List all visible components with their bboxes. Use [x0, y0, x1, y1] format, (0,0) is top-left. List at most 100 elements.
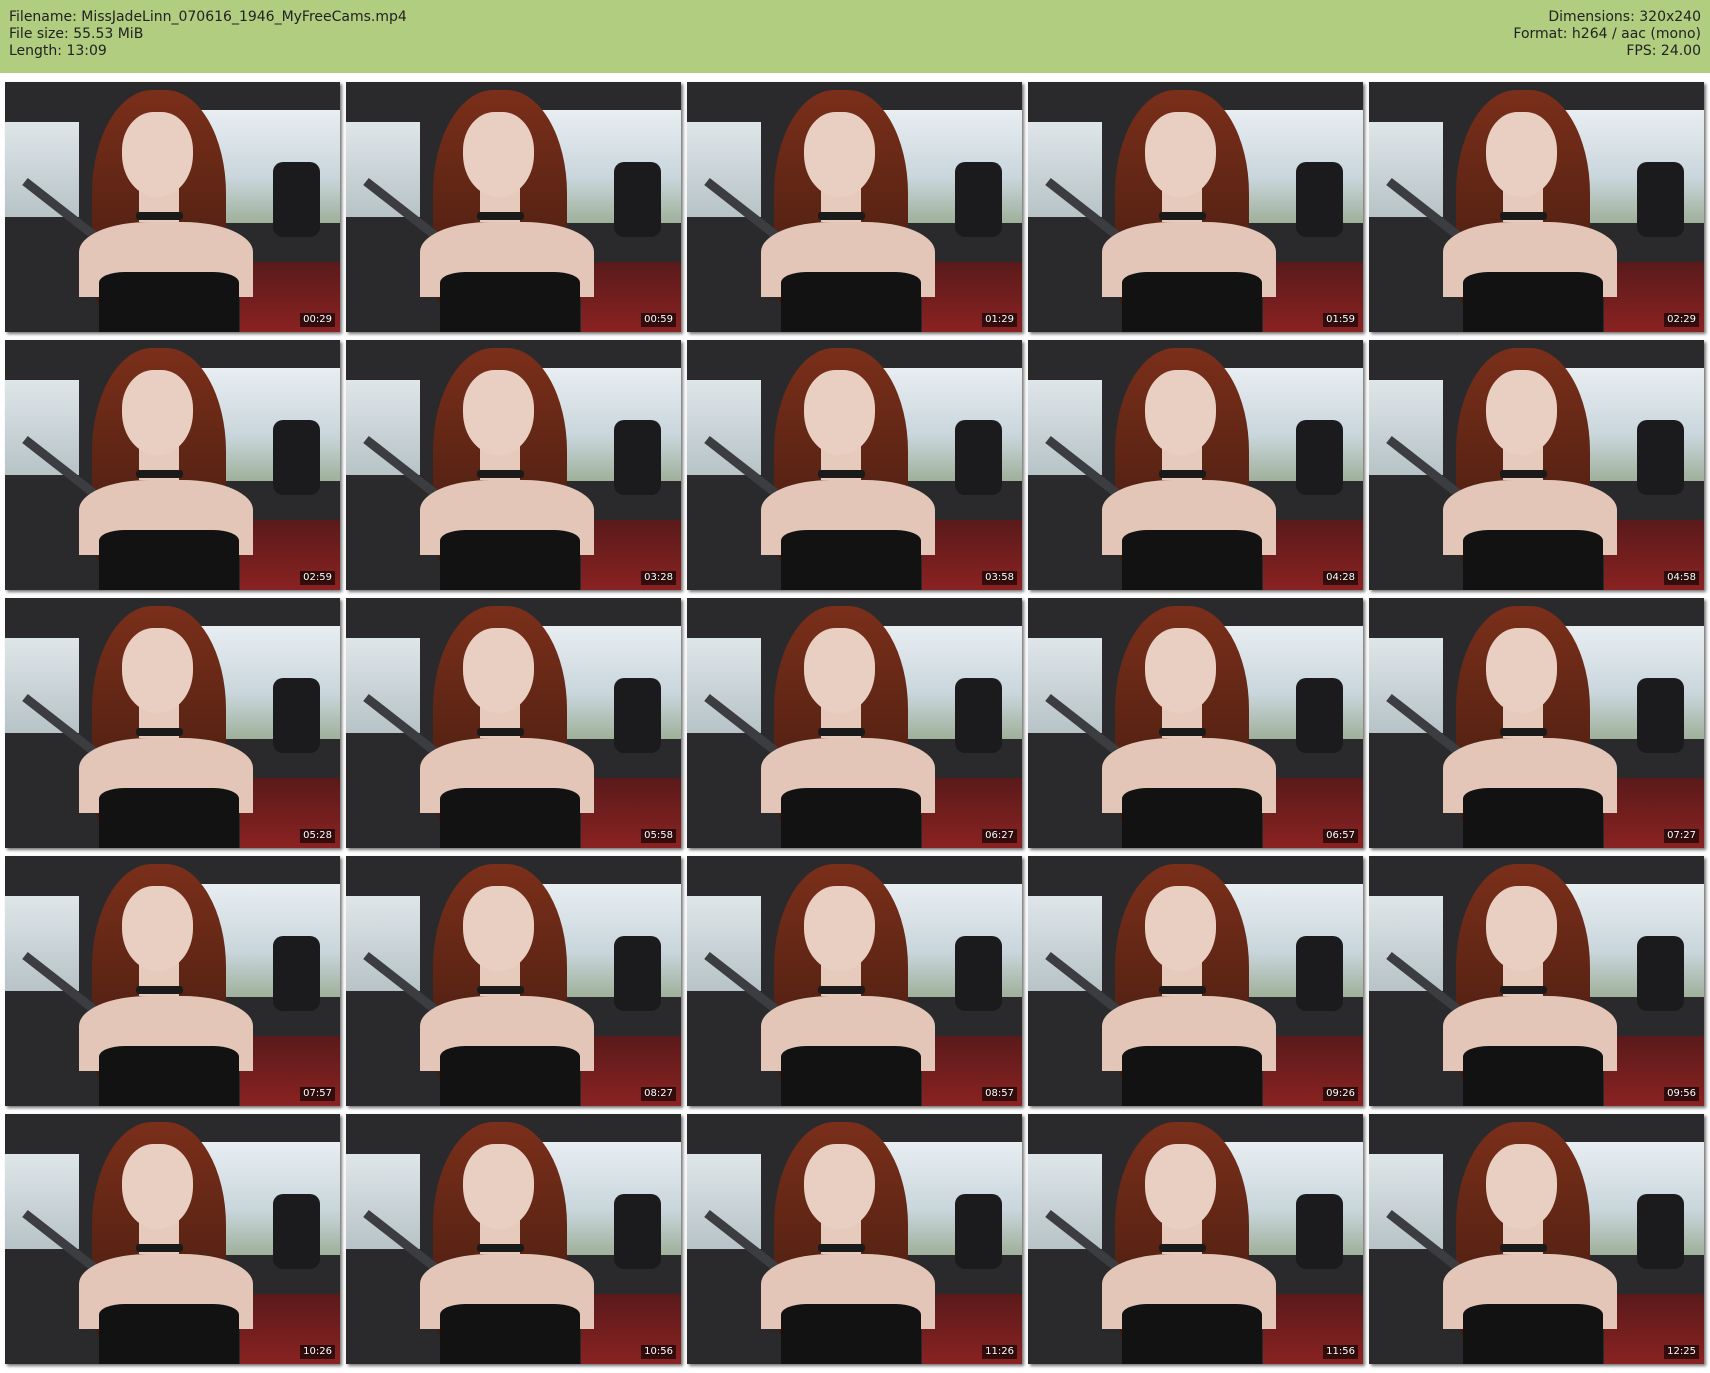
- frame-image-sky2: [687, 380, 761, 475]
- frame-timestamp: 11:56: [1323, 1345, 1358, 1359]
- frame-image-face: [804, 628, 875, 713]
- video-frame-thumbnail[interactable]: 04:28: [1028, 340, 1363, 590]
- frame-image-sky2: [346, 122, 420, 217]
- video-frame-thumbnail[interactable]: 11:56: [1028, 1114, 1363, 1364]
- frame-image-seat: [1637, 936, 1684, 1011]
- filename-text: Filename: MissJadeLinn_070616_1946_MyFre…: [9, 9, 407, 25]
- frame-image-sky2: [5, 638, 79, 733]
- frame-image-choker: [817, 470, 865, 478]
- frame-image-face: [463, 628, 534, 713]
- frame-image-seat: [1296, 678, 1343, 753]
- frame-image-sky2: [5, 380, 79, 475]
- video-frame-thumbnail[interactable]: 09:26: [1028, 856, 1363, 1106]
- video-frame-thumbnail[interactable]: 00:29: [5, 82, 340, 332]
- video-frame-thumbnail[interactable]: 03:28: [346, 340, 681, 590]
- frame-image-sky2: [687, 1154, 761, 1249]
- frame-image-face: [804, 886, 875, 971]
- frame-image-face: [1486, 1144, 1557, 1229]
- frame-image-face: [122, 1144, 193, 1229]
- frame-timestamp: 09:56: [1664, 1087, 1699, 1101]
- video-frame-thumbnail[interactable]: 05:28: [5, 598, 340, 848]
- frame-image-top: [98, 1046, 240, 1106]
- frame-timestamp: 03:28: [641, 571, 676, 585]
- frame-timestamp: 07:27: [1664, 829, 1699, 843]
- video-frame-thumbnail[interactable]: 00:59: [346, 82, 681, 332]
- video-frame-thumbnail[interactable]: 05:58: [346, 598, 681, 848]
- frame-image-sky2: [1028, 122, 1102, 217]
- frame-image-top: [1121, 1046, 1263, 1106]
- video-frame-thumbnail[interactable]: 02:59: [5, 340, 340, 590]
- frame-image-top: [98, 530, 240, 590]
- frame-timestamp: 01:29: [982, 313, 1017, 327]
- frame-image-face: [804, 112, 875, 197]
- frame-image-choker: [817, 1244, 865, 1252]
- frame-timestamp: 08:57: [982, 1087, 1017, 1101]
- video-frame-thumbnail[interactable]: 07:57: [5, 856, 340, 1106]
- video-frame-thumbnail[interactable]: 10:26: [5, 1114, 340, 1364]
- frame-timestamp: 10:26: [300, 1345, 335, 1359]
- video-frame-thumbnail[interactable]: 07:27: [1369, 598, 1704, 848]
- frame-image-seat: [1637, 678, 1684, 753]
- frame-timestamp: 07:57: [300, 1087, 335, 1101]
- video-frame-thumbnail[interactable]: 10:56: [346, 1114, 681, 1364]
- frame-image-face: [122, 886, 193, 971]
- frame-image-choker: [1158, 1244, 1206, 1252]
- video-frame-thumbnail[interactable]: 01:59: [1028, 82, 1363, 332]
- format-text: Format: h264 / aac (mono): [1513, 26, 1701, 42]
- frame-image-top: [439, 1046, 581, 1106]
- frame-image-face: [1486, 886, 1557, 971]
- video-frame-thumbnail[interactable]: 06:27: [687, 598, 1022, 848]
- frame-timestamp: 01:59: [1323, 313, 1358, 327]
- video-frame-thumbnail[interactable]: 11:26: [687, 1114, 1022, 1364]
- frame-image-top: [1121, 530, 1263, 590]
- video-frame-thumbnail[interactable]: 02:29: [1369, 82, 1704, 332]
- frame-image-top: [98, 272, 240, 332]
- video-frame-thumbnail[interactable]: 09:56: [1369, 856, 1704, 1106]
- frame-image-top: [780, 272, 922, 332]
- frame-image-choker: [1499, 1244, 1547, 1252]
- video-frame-thumbnail[interactable]: 08:57: [687, 856, 1022, 1106]
- frame-image-seat: [1637, 420, 1684, 495]
- frame-image-sky2: [346, 896, 420, 991]
- file-info-left: Filename: MissJadeLinn_070616_1946_MyFre…: [9, 9, 407, 60]
- frame-image-sky2: [1028, 638, 1102, 733]
- frame-image-top: [1121, 1304, 1263, 1364]
- frame-image-seat: [614, 420, 661, 495]
- frame-image-sky2: [5, 122, 79, 217]
- frame-image-sky2: [1369, 380, 1443, 475]
- video-frame-thumbnail[interactable]: 01:29: [687, 82, 1022, 332]
- frame-image-face: [804, 1144, 875, 1229]
- frame-image-seat: [273, 936, 320, 1011]
- frame-image-choker: [135, 728, 183, 736]
- frame-image-face: [1145, 628, 1216, 713]
- frame-image-seat: [273, 678, 320, 753]
- frame-image-choker: [1499, 212, 1547, 220]
- frame-image-face: [463, 112, 534, 197]
- frame-image-sky2: [346, 380, 420, 475]
- file-info-right: Dimensions: 320x240 Format: h264 / aac (…: [1513, 9, 1701, 60]
- frame-image-choker: [135, 212, 183, 220]
- frame-image-sky2: [1369, 1154, 1443, 1249]
- frame-image-top: [1121, 788, 1263, 848]
- video-frame-thumbnail[interactable]: 03:58: [687, 340, 1022, 590]
- frame-image-sky2: [687, 896, 761, 991]
- frame-image-seat: [273, 162, 320, 237]
- video-frame-thumbnail[interactable]: 06:57: [1028, 598, 1363, 848]
- frame-image-sky2: [1369, 122, 1443, 217]
- frame-image-face: [122, 112, 193, 197]
- frame-image-choker: [1499, 728, 1547, 736]
- frame-image-seat: [273, 420, 320, 495]
- video-frame-thumbnail[interactable]: 12:25: [1369, 1114, 1704, 1364]
- frame-image-face: [122, 628, 193, 713]
- thumbnail-grid: 00:29 00:59 01:29 01:59 02:29 02:59 03:28 03:58…: [5, 82, 1705, 1364]
- frame-image-seat: [955, 1194, 1002, 1269]
- video-frame-thumbnail[interactable]: 08:27: [346, 856, 681, 1106]
- frame-image-seat: [614, 1194, 661, 1269]
- frame-timestamp: 08:27: [641, 1087, 676, 1101]
- frame-image-choker: [135, 1244, 183, 1252]
- frame-image-choker: [1158, 986, 1206, 994]
- frame-image-top: [98, 788, 240, 848]
- dimensions-text: Dimensions: 320x240: [1548, 9, 1701, 25]
- video-frame-thumbnail[interactable]: 04:58: [1369, 340, 1704, 590]
- frame-image-face: [1145, 1144, 1216, 1229]
